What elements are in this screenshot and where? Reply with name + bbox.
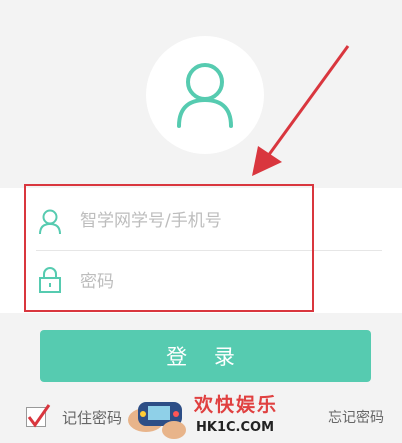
remember-checkbox[interactable] [26,404,51,428]
login-button[interactable]: 登 录 [40,330,371,382]
watermark-url: HK1C.COM [196,420,275,435]
checkmark-icon [27,404,51,428]
user-avatar-icon [177,63,233,128]
watermark-title: 欢快娱乐 [194,394,279,416]
remember-label: 记住密码 [62,409,123,427]
gamepad-hands-icon [128,402,186,439]
avatar [146,36,264,154]
forgot-password-link[interactable]: 忘记密码 [328,407,384,427]
annotation-highlight-box [24,184,314,312]
watermark: 欢快娱乐 HK1C.COM [124,384,284,443]
